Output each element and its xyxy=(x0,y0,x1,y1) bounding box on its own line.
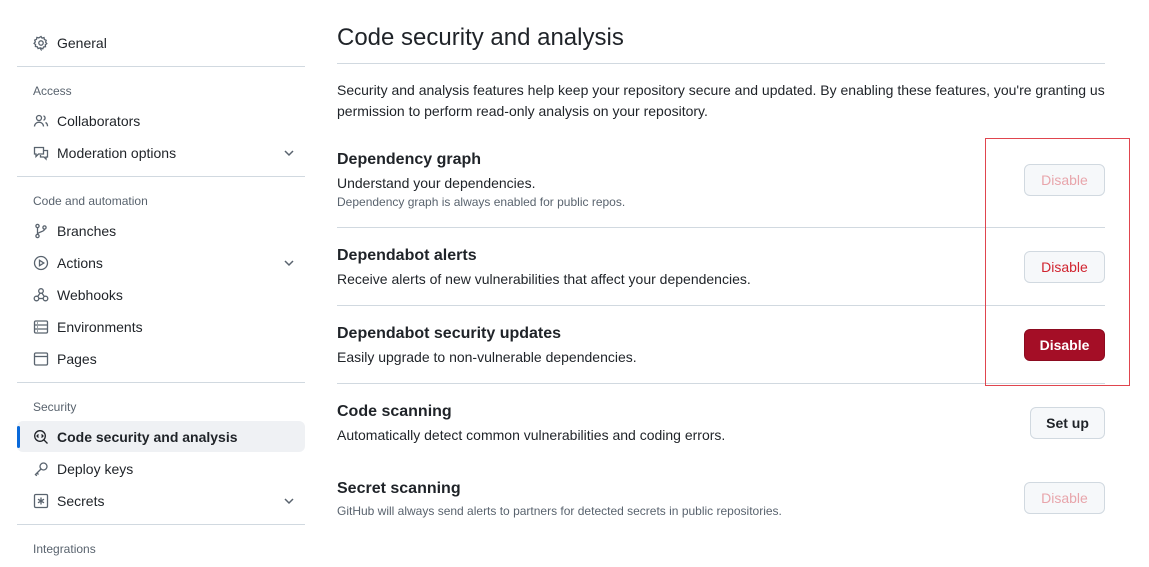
feature-description: Easily upgrade to non-vulnerable depende… xyxy=(337,349,637,365)
sidebar-item-collaborators[interactable]: Collaborators xyxy=(17,105,305,136)
secret-scanning-disable-button[interactable]: Disable xyxy=(1024,482,1105,514)
sidebar-item-general[interactable]: General xyxy=(17,27,305,58)
feature-title: Code scanning xyxy=(337,403,452,420)
sidebar-item-label: Secrets xyxy=(57,492,105,509)
feature-title: Dependency graph xyxy=(337,151,482,168)
key-icon xyxy=(32,460,50,478)
feature-title: Dependabot alerts xyxy=(337,247,477,264)
feature-description: Receive alerts of new vulnerabilities th… xyxy=(337,271,751,287)
codescan-icon xyxy=(32,428,50,446)
feature-title: Secret scanning xyxy=(337,480,461,497)
sidebar-item-branches[interactable]: Branches xyxy=(17,215,305,246)
sidebar-group-code-automation: Code and automation xyxy=(33,194,148,208)
browser-icon xyxy=(32,350,50,368)
sidebar-item-label: Code security and analysis xyxy=(57,428,238,445)
sidebar-group-integrations: Integrations xyxy=(33,542,96,556)
title-divider xyxy=(337,63,1105,64)
sidebar-item-webhooks[interactable]: Webhooks xyxy=(17,279,305,310)
sidebar-item-label: Moderation options xyxy=(57,144,177,161)
sidebar-item-label: Environments xyxy=(57,318,143,335)
sidebar-item-code-security[interactable]: Code security and analysis xyxy=(17,421,305,452)
chevron-down-icon[interactable] xyxy=(281,493,297,509)
sidebar-item-label: Pages xyxy=(57,350,97,367)
sidebar-divider xyxy=(17,66,305,67)
sidebar-item-label: Collaborators xyxy=(57,112,141,129)
key-asterisk-icon xyxy=(32,492,50,510)
code-scanning-setup-button[interactable]: Set up xyxy=(1030,407,1105,439)
feature-description: Automatically detect common vulnerabilit… xyxy=(337,427,726,443)
active-indicator xyxy=(17,426,20,448)
people-icon xyxy=(32,112,50,130)
chevron-down-icon[interactable] xyxy=(281,255,297,271)
webhook-icon xyxy=(32,286,50,304)
highlight-box xyxy=(985,138,1130,386)
sidebar-item-deploy-keys[interactable]: Deploy keys xyxy=(17,453,305,484)
server-icon xyxy=(32,318,50,336)
intro-text: Security and analysis features help keep… xyxy=(337,82,1105,119)
sidebar-item-label: Actions xyxy=(57,254,103,271)
sidebar-item-pages[interactable]: Pages xyxy=(17,343,305,374)
comment-discussion-icon xyxy=(32,144,50,162)
sidebar-item-actions[interactable]: Actions xyxy=(17,247,305,278)
feature-title: Dependabot security updates xyxy=(337,325,562,342)
sidebar-item-secrets[interactable]: Secrets xyxy=(17,485,305,516)
sidebar-group-security: Security xyxy=(33,400,77,414)
sidebar-item-environments[interactable]: Environments xyxy=(17,311,305,342)
sidebar-item-label: Branches xyxy=(57,222,117,239)
page-title: Code security and analysis xyxy=(337,24,624,51)
sidebar-group-access: Access xyxy=(33,84,72,98)
sidebar-divider xyxy=(17,524,305,525)
sidebar-item-label: General xyxy=(57,34,107,51)
feature-description: Understand your dependencies. xyxy=(337,175,536,191)
play-circle-icon xyxy=(32,254,50,272)
sidebar-divider xyxy=(17,176,305,177)
sidebar-item-label: Deploy keys xyxy=(57,460,134,477)
sidebar-item-label: Webhooks xyxy=(57,286,123,303)
git-branch-icon xyxy=(32,222,50,240)
feature-note: Dependency graph is always enabled for p… xyxy=(337,195,626,209)
sidebar-divider xyxy=(17,382,305,383)
sidebar-item-moderation-options[interactable]: Moderation options xyxy=(17,137,305,168)
feature-note: GitHub will always send alerts to partne… xyxy=(337,504,782,518)
chevron-down-icon[interactable] xyxy=(281,145,297,161)
gear-icon xyxy=(32,34,50,52)
